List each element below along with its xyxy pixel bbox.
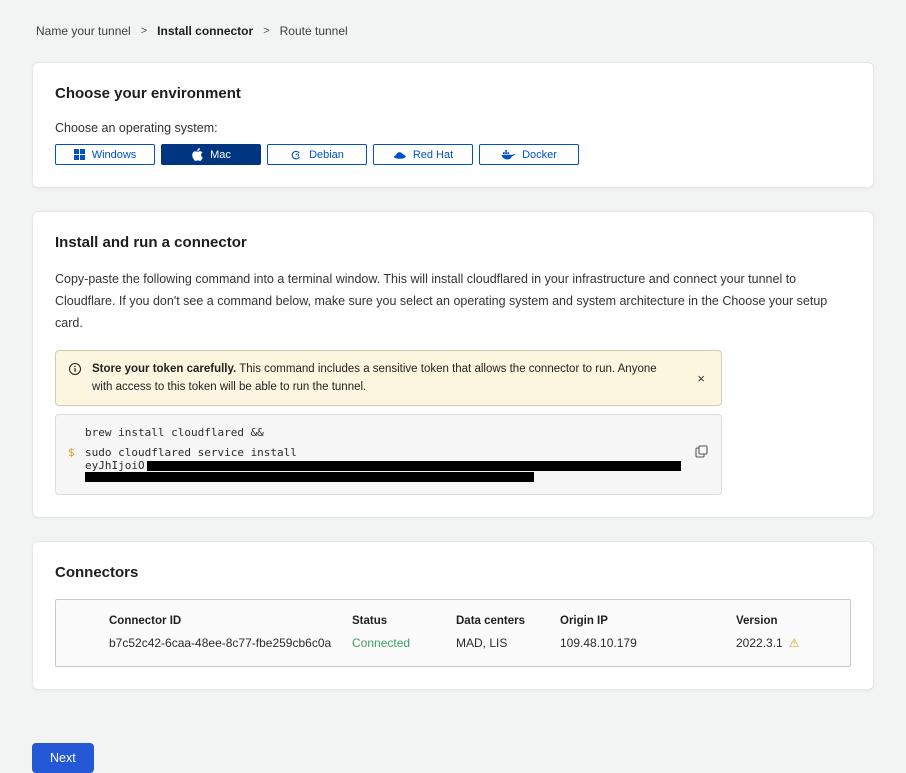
redhat-icon xyxy=(393,150,406,160)
os-button-redhat[interactable]: Red Hat xyxy=(373,144,473,165)
breadcrumb-step-install-connector[interactable]: Install connector xyxy=(157,24,253,38)
cell-connector-id: b7c52c42-6caa-48ee-8c77-fbe259cb6c0a xyxy=(109,636,352,650)
install-card-title: Install and run a connector xyxy=(55,234,851,251)
os-button-debian[interactable]: Debian xyxy=(267,144,367,165)
environment-card: Choose your environment Choose an operat… xyxy=(32,62,874,188)
os-button-label: Red Hat xyxy=(413,149,453,161)
next-button[interactable]: Next xyxy=(32,743,94,773)
redacted-token-bar xyxy=(85,472,534,482)
os-select-label: Choose an operating system: xyxy=(55,121,851,135)
os-button-label: Windows xyxy=(92,149,137,161)
redacted-token-bar xyxy=(147,461,681,471)
page: Name your tunnel > Install connector > R… xyxy=(0,0,906,773)
column-header-origin-ip: Origin IP xyxy=(560,615,736,627)
os-button-label: Mac xyxy=(210,149,231,161)
breadcrumb-step-name-tunnel[interactable]: Name your tunnel xyxy=(36,24,131,38)
windows-icon xyxy=(74,149,85,160)
copy-command-button[interactable] xyxy=(695,445,708,458)
warning-close-button[interactable]: × xyxy=(693,371,709,386)
cell-data-centers: MAD, LIS xyxy=(456,636,560,650)
environment-card-title: Choose your environment xyxy=(55,85,851,102)
connectors-table: Connector ID Status Data centers Origin … xyxy=(55,599,851,667)
connectors-card-title: Connectors xyxy=(55,564,851,581)
token-warning-text: Store your token carefully. This command… xyxy=(92,360,673,397)
table-header-row: Connector ID Status Data centers Origin … xyxy=(109,615,826,627)
os-button-group: Windows Mac Debian Red Hat Docker xyxy=(55,144,851,165)
breadcrumb-separator: > xyxy=(141,25,147,37)
column-header-data-centers: Data centers xyxy=(456,615,560,627)
token-prefix: eyJhIjoiO xyxy=(85,459,145,472)
os-button-label: Debian xyxy=(309,149,344,161)
column-header-version: Version xyxy=(736,615,826,627)
debian-icon xyxy=(290,149,302,161)
code-line-2: sudo cloudflared service install xyxy=(85,446,297,459)
install-card: Install and run a connector Copy-paste t… xyxy=(32,211,874,518)
install-description: Copy-paste the following command into a … xyxy=(55,269,851,335)
token-warning-banner: Store your token carefully. This command… xyxy=(55,350,722,407)
os-button-mac[interactable]: Mac xyxy=(161,144,261,165)
status-badge: Connected xyxy=(352,636,456,650)
column-header-status: Status xyxy=(352,615,456,627)
connectors-card: Connectors Connector ID Status Data cent… xyxy=(32,541,874,690)
install-command-block: brew install cloudflared && $ sudo cloud… xyxy=(55,414,722,495)
info-icon xyxy=(68,362,82,381)
token-warning-bold: Store your token carefully. xyxy=(92,363,236,375)
copy-icon xyxy=(695,445,708,458)
cell-origin-ip: 109.48.10.179 xyxy=(560,636,736,650)
version-warning-icon: ⚠ xyxy=(789,637,800,649)
cell-version: 2022.3.1 ⚠ xyxy=(736,636,826,650)
breadcrumb: Name your tunnel > Install connector > R… xyxy=(32,0,874,62)
docker-icon xyxy=(501,149,515,160)
version-value: 2022.3.1 xyxy=(736,636,783,650)
shell-prompt: $ xyxy=(68,446,85,459)
column-header-connector-id: Connector ID xyxy=(109,615,352,627)
table-row: b7c52c42-6caa-48ee-8c77-fbe259cb6c0a Con… xyxy=(109,636,826,650)
breadcrumb-step-route-tunnel[interactable]: Route tunnel xyxy=(280,24,348,38)
breadcrumb-separator: > xyxy=(263,25,269,37)
os-button-label: Docker xyxy=(522,149,557,161)
os-button-windows[interactable]: Windows xyxy=(55,144,155,165)
code-line-1: brew install cloudflared && xyxy=(85,426,264,439)
apple-icon xyxy=(191,148,203,161)
os-button-docker[interactable]: Docker xyxy=(479,144,579,165)
